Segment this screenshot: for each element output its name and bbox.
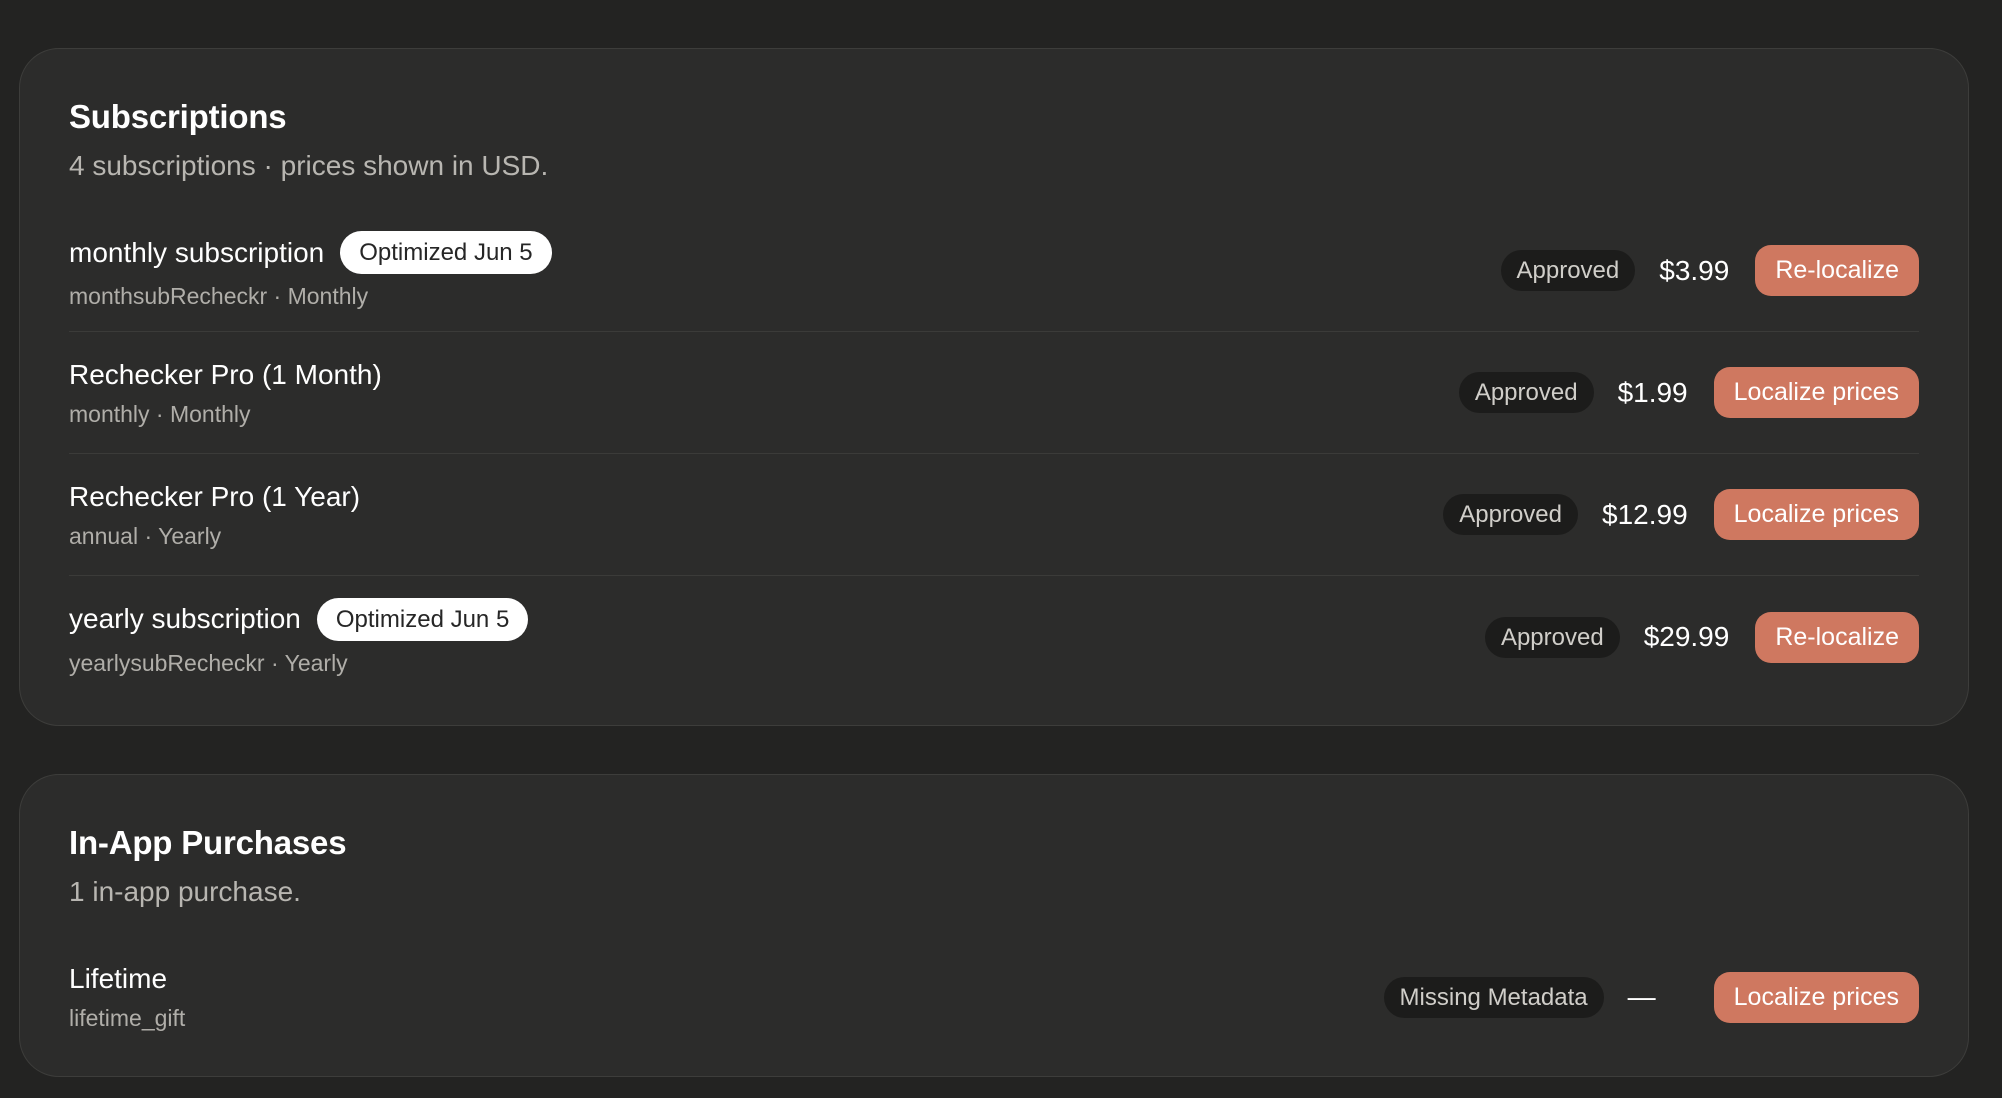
subscription-name: Rechecker Pro (1 Month) [69, 358, 382, 390]
subscription-info: monthly subscription Optimized Jun 5 mon… [69, 231, 552, 310]
optimized-badge: Optimized Jun 5 [340, 231, 552, 274]
subscription-actions: Approved $12.99 Localize prices [1443, 489, 1919, 540]
subscription-actions: Approved $29.99 Re-localize [1484, 611, 1919, 663]
localize-prices-button[interactable]: Localize prices [1713, 971, 1919, 1023]
subscription-info: Rechecker Pro (1 Year) annual · Yearly [69, 480, 360, 550]
subscriptions-title: Subscriptions [69, 98, 287, 135]
price-value: $1.99 [1617, 376, 1688, 408]
subscription-meta: monthsubRecheckr · Monthly [69, 283, 369, 309]
status-badge: Missing Metadata [1383, 976, 1604, 1018]
subscription-meta: yearlysubRecheckr · Yearly [69, 649, 348, 676]
subscriptions-card: Subscriptions 4 subscriptions · prices s… [19, 48, 1969, 726]
subscription-row-monthly-subscription: monthly subscription Optimized Jun 5 mon… [69, 210, 1919, 332]
subscription-name: yearly subscription [69, 603, 301, 634]
price-value: $3.99 [1659, 254, 1730, 286]
subscription-meta: annual · Yearly [69, 522, 222, 549]
optimized-badge: Optimized Jun 5 [316, 597, 529, 641]
price-value: — [1627, 981, 1656, 1012]
subscription-name-line: yearly subscription Optimized Jun 5 [69, 597, 529, 641]
subscription-info: yearly subscription Optimized Jun 5 year… [69, 597, 529, 677]
subscription-row-rechecker-pro-1-year: Rechecker Pro (1 Year) annual · Yearly A… [69, 454, 1919, 576]
subscriptions-subtitle: 4 subscriptions · prices shown in USD. [69, 150, 549, 181]
status-badge: Approved [1500, 250, 1636, 291]
status-badge: Approved [1484, 616, 1620, 658]
status-badge: Approved [1443, 494, 1578, 535]
subscription-name: Rechecker Pro (1 Year) [69, 480, 361, 512]
in-app-purchases-list: Lifetime lifetime_gift Missing Metadata … [69, 936, 1919, 1058]
re-localize-button[interactable]: Re-localize [1755, 245, 1919, 296]
subscription-row-yearly-subscription: yearly subscription Optimized Jun 5 year… [69, 576, 1919, 698]
iap-name-line: Lifetime [69, 962, 185, 996]
subscription-actions: Approved $1.99 Localize prices [1458, 367, 1919, 418]
subscription-info: Rechecker Pro (1 Month) monthly · Monthl… [69, 358, 382, 428]
in-app-purchases-subtitle: 1 in-app purchase. [69, 876, 301, 907]
in-app-purchases-card: In-App Purchases 1 in-app purchase. Life… [19, 774, 1969, 1077]
localize-prices-button[interactable]: Localize prices [1713, 367, 1919, 418]
subscription-name: monthly subscription [69, 236, 325, 268]
price-value: $29.99 [1643, 621, 1730, 652]
iap-info: Lifetime lifetime_gift [69, 962, 185, 1032]
iap-meta: lifetime_gift [69, 1005, 186, 1031]
iap-actions: Missing Metadata — Localize prices [1383, 971, 1919, 1023]
in-app-purchases-title: In-App Purchases [69, 824, 347, 861]
subscription-row-rechecker-pro-1-month: Rechecker Pro (1 Month) monthly · Monthl… [69, 332, 1919, 454]
subscriptions-list: monthly subscription Optimized Jun 5 mon… [69, 210, 1919, 698]
subscription-name-line: monthly subscription Optimized Jun 5 [69, 231, 552, 274]
re-localize-button[interactable]: Re-localize [1755, 611, 1919, 663]
price-value: $12.99 [1602, 498, 1688, 530]
iap-name: Lifetime [69, 963, 168, 994]
iap-row-lifetime: Lifetime lifetime_gift Missing Metadata … [69, 936, 1919, 1058]
localize-prices-button[interactable]: Localize prices [1713, 489, 1919, 540]
subscription-name-line: Rechecker Pro (1 Month) [69, 358, 382, 392]
subscription-name-line: Rechecker Pro (1 Year) [69, 480, 360, 514]
subscription-meta: monthly · Monthly [69, 400, 251, 427]
subscription-actions: Approved $3.99 Re-localize [1500, 245, 1919, 296]
status-badge: Approved [1458, 372, 1594, 413]
